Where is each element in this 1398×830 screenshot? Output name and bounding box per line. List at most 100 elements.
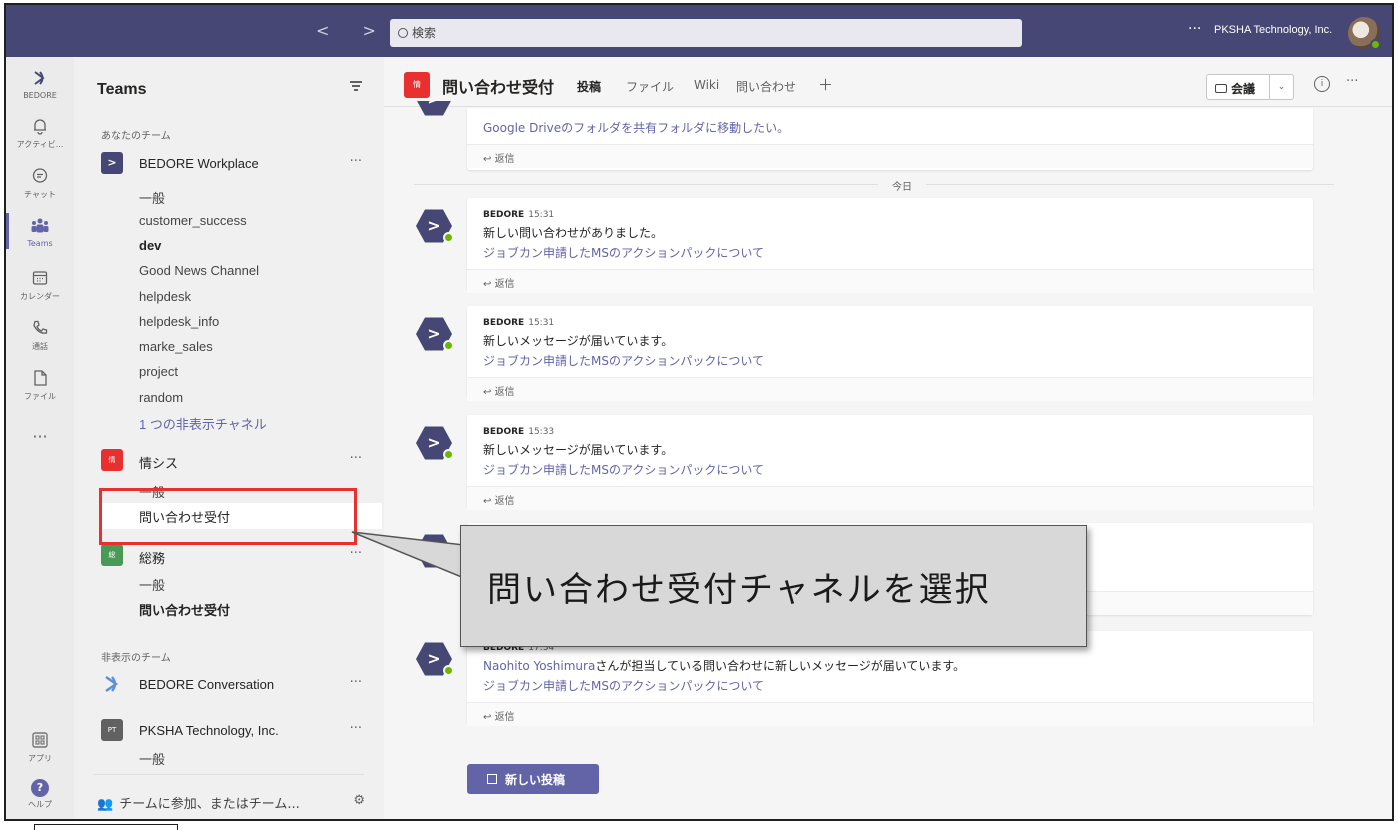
- rail-label: アクティビ...: [16, 140, 64, 149]
- channel-title: 問い合わせ受付: [442, 78, 555, 97]
- add-tab-icon[interactable]: ＋: [818, 74, 833, 95]
- hidden-channels-link[interactable]: 1 つの非表示チャネル: [139, 414, 267, 433]
- filter-icon[interactable]: [350, 81, 362, 91]
- post-card: BEDORE 15:33 新しいメッセージが届いています。 ジョブカン申請したMS…: [467, 415, 1313, 510]
- post-sender: BEDORE: [483, 318, 525, 328]
- user-avatar[interactable]: [1348, 17, 1381, 50]
- post-time: 15:31: [528, 210, 555, 220]
- teams-icon: [30, 217, 50, 237]
- apps-icon: [30, 731, 50, 751]
- tab-posts[interactable]: 投稿: [577, 78, 602, 111]
- mention-link[interactable]: Naohito Yoshimura: [483, 659, 595, 673]
- channel-item[interactable]: 一般: [139, 749, 165, 768]
- channel-item[interactable]: 一般: [139, 188, 165, 207]
- tab-wiki[interactable]: Wiki: [694, 78, 719, 92]
- post-sender: BEDORE: [483, 427, 525, 437]
- channel-item[interactable]: customer_success: [139, 213, 247, 228]
- team-more-icon[interactable]: ···: [350, 675, 362, 690]
- presence-available-icon: [1370, 39, 1381, 50]
- date-divider-label: 今日: [878, 178, 926, 193]
- rail-item-apps[interactable]: アプリ: [6, 731, 74, 764]
- rail-label: アプリ: [28, 754, 52, 763]
- reply-button[interactable]: ↩ 返信: [467, 702, 1313, 726]
- rail-item-help[interactable]: ? ヘルプ: [6, 779, 74, 810]
- team-more-icon[interactable]: ···: [350, 451, 362, 466]
- rail-item-chat[interactable]: チャット: [6, 167, 74, 200]
- rail-item-activity[interactable]: アクティビ...: [6, 117, 74, 150]
- channel-item[interactable]: random: [139, 390, 183, 405]
- rail-item-bedore[interactable]: BEDORE: [6, 69, 74, 100]
- post-link[interactable]: ジョブカン申請したMSのアクションパックについて: [483, 352, 1297, 369]
- team-somu[interactable]: 総 総務 ···: [101, 544, 366, 568]
- post-link[interactable]: Google Driveのフォルダを共有フォルダに移動したい。: [483, 119, 1297, 136]
- bot-avatar: >: [416, 208, 454, 244]
- search-input[interactable]: 検索: [390, 19, 1022, 47]
- team-tile: PT: [101, 719, 123, 741]
- org-name[interactable]: PKSHA Technology, Inc.: [1214, 24, 1332, 36]
- post-card: Google Driveのフォルダを共有フォルダに移動したい。 ↩ 返信: [467, 108, 1313, 170]
- bot-avatar: >: [416, 425, 454, 461]
- team-more-icon[interactable]: ···: [350, 546, 362, 561]
- tab-files[interactable]: ファイル: [626, 78, 674, 95]
- join-label: チームに参加、またはチーム...: [119, 797, 300, 812]
- reply-button[interactable]: ↩ 返信: [467, 144, 1313, 168]
- presence-available-icon: [443, 232, 454, 243]
- channel-item[interactable]: dev: [139, 238, 161, 253]
- history-nav-arrows[interactable]: < >: [316, 21, 390, 40]
- bot-avatar: >: [416, 316, 454, 352]
- channel-item[interactable]: Good News Channel: [139, 263, 259, 278]
- help-icon: ?: [31, 779, 49, 797]
- rail-item-teams[interactable]: Teams: [6, 213, 74, 249]
- tab-inquiries[interactable]: 問い合わせ: [736, 78, 796, 95]
- team-bedore-workplace[interactable]: > BEDORE Workplace ···: [101, 152, 366, 176]
- more-apps-icon[interactable]: ···: [6, 427, 74, 446]
- post-text: Naohito Yoshimuraさんが担当している問い合わせに新しいメッセージ…: [483, 659, 966, 673]
- post-text: 新しいメッセージが届いています。: [483, 334, 674, 348]
- section-hidden-teams: 非表示のチーム: [101, 653, 171, 664]
- info-icon[interactable]: i: [1314, 76, 1330, 92]
- rail-label: ヘルプ: [28, 800, 52, 809]
- team-joho-sys[interactable]: 情 情シス ···: [101, 449, 366, 473]
- post-link[interactable]: ジョブカン申請したMSのアクションパックについて: [483, 244, 1297, 261]
- reply-button[interactable]: ↩ 返信: [467, 269, 1313, 293]
- rail-label: ファイル: [24, 392, 56, 401]
- join-create-team[interactable]: 👥 チームに参加、またはチーム... ⚙: [97, 793, 377, 812]
- search-icon: [398, 28, 408, 38]
- post-link[interactable]: ジョブカン申請したMSのアクションパックについて: [483, 677, 1297, 694]
- phone-icon: [30, 319, 50, 339]
- video-camera-icon: [1215, 84, 1227, 93]
- channel-item[interactable]: 一般: [139, 575, 165, 594]
- bell-icon: [30, 117, 50, 137]
- rail-item-calls[interactable]: 通話: [6, 319, 74, 352]
- bot-avatar: >: [416, 101, 452, 117]
- team-bedore-conversation[interactable]: BEDORE Conversation ···: [101, 673, 366, 697]
- top-bar: < > 検索 ··· PKSHA Technology, Inc.: [6, 5, 1392, 57]
- channel-item[interactable]: helpdesk_info: [139, 314, 219, 329]
- post-link[interactable]: ジョブカン申請したMSのアクションパックについて: [483, 461, 1297, 478]
- team-tile: >: [101, 152, 123, 174]
- new-post-label: 新しい投稿: [505, 773, 566, 787]
- highlight-box: [99, 488, 357, 545]
- meet-button[interactable]: 会議 ⌄: [1206, 74, 1294, 100]
- teams-window: < > 検索 ··· PKSHA Technology, Inc. BEDORE…: [4, 3, 1394, 821]
- channel-item[interactable]: project: [139, 364, 178, 379]
- reply-button[interactable]: ↩ 返信: [467, 377, 1313, 401]
- team-pksha[interactable]: PT PKSHA Technology, Inc. ···: [101, 719, 366, 743]
- gear-icon[interactable]: ⚙: [353, 793, 365, 808]
- new-post-button[interactable]: 新しい投稿: [467, 764, 599, 794]
- team-tile: 総: [101, 544, 123, 566]
- rail-item-calendar[interactable]: カレンダー: [6, 269, 74, 302]
- chat-icon: [30, 167, 50, 187]
- team-more-icon[interactable]: ···: [350, 721, 362, 736]
- more-options-icon[interactable]: ···: [1188, 21, 1201, 37]
- channel-item[interactable]: helpdesk: [139, 289, 191, 304]
- callout-text: 問い合わせ受付チャネルを選択: [487, 570, 991, 610]
- channel-item[interactable]: marke_sales: [139, 339, 213, 354]
- channel-item[interactable]: 問い合わせ受付: [139, 600, 230, 619]
- team-name: BEDORE Workplace: [139, 156, 259, 171]
- team-more-icon[interactable]: ···: [350, 154, 362, 169]
- reply-button[interactable]: ↩ 返信: [467, 486, 1313, 510]
- more-options-icon[interactable]: ···: [1346, 74, 1358, 89]
- chevron-down-icon[interactable]: ⌄: [1269, 75, 1293, 99]
- rail-item-files[interactable]: ファイル: [6, 369, 74, 402]
